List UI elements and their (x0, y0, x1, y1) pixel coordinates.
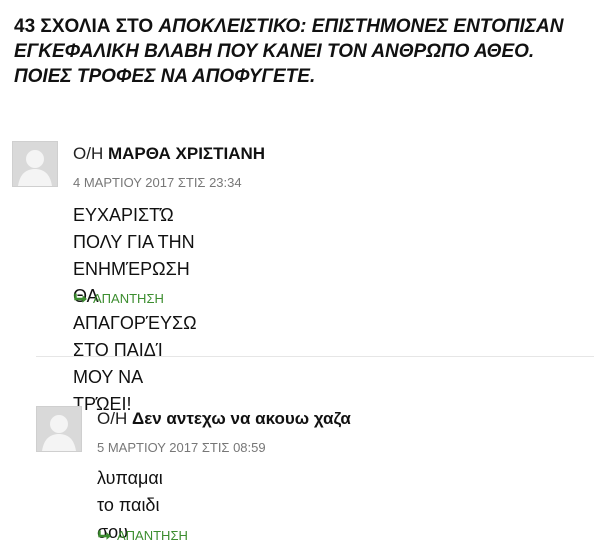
default-avatar-icon[interactable] (36, 406, 82, 452)
comment-author-line: Ο/Η ΜΑΡΘΑ ΧΡΙΣΤΙΑΝΗ (73, 144, 265, 164)
comment-prefix: Ο/Η (97, 409, 128, 428)
comment-divider (36, 356, 594, 357)
comment-date[interactable]: 5 ΜΑΡΤΙΟΥ 2017 ΣΤΙΣ 08:59 (97, 440, 266, 455)
comments-title: 43 ΣΧΟΛΙΑ ΣΤΟ ΑΠΟΚΛΕΙΣΤΙΚΟ: ΕΠΙΣΤΗΜΟΝΕΣ … (14, 14, 592, 89)
article-title-line-1: ΑΠΟΚΛΕΙΣΤΙΚΟ: ΕΠΙΣΤΗΜΟΝΕΣ ΕΝΤΟΠΙΣΑΝ (158, 16, 564, 37)
default-avatar-icon[interactable] (12, 141, 58, 187)
reply-arrow-icon (74, 293, 88, 305)
article-title-line-2: ΕΓΚΕΦΑΛΙΚΗ ΒΛΑΒΗ ΠΟΥ ΚΑΝΕΙ ΤΟΝ ΑΝΘΡΩΠΟ Α… (14, 41, 535, 62)
comment-date[interactable]: 4 ΜΑΡΤΙΟΥ 2017 ΣΤΙΣ 23:34 (73, 175, 242, 190)
comment-text: ΕΥΧΑΡΙΣΤΏ ΠΟΛΥ ΓΙΑ ΤΗΝ ΕΝΗΜΈΡΩΣΗ ΘΑ ΑΠΑΓ… (73, 202, 197, 418)
reply-label: ΑΠΑΝΤΗΣΗ (117, 528, 188, 543)
article-title-line-3: ΠΟΙΕΣ ΤΡΟΦΕΣ ΝΑ ΑΠΟΦΥΓΕΤΕ. (14, 66, 316, 87)
reply-button[interactable]: ΑΠΑΝΤΗΣΗ (74, 291, 164, 306)
comment-author-line: Ο/Η Δεν αντεχω να ακουω χαζα (97, 409, 351, 429)
comment-count: 43 (14, 16, 36, 37)
comment-author[interactable]: ΜΑΡΘΑ ΧΡΙΣΤΙΑΝΗ (108, 144, 265, 163)
reply-label: ΑΠΑΝΤΗΣΗ (93, 291, 164, 306)
reply-button[interactable]: ΑΠΑΝΤΗΣΗ (98, 528, 188, 543)
comment-text-line-2: ΑΠΑΓΟΡΈΥΣΩ ΣΤΟ ΠΑΙΔΊ ΜΟΥ ΝΑ ΤΡΏΕΙ! (73, 313, 197, 414)
comments-label: ΣΧΟΛΙΑ ΣΤΟ (40, 16, 154, 37)
comment-prefix: Ο/Η (73, 144, 104, 163)
reply-arrow-icon (98, 530, 112, 542)
comment-author[interactable]: Δεν αντεχω να ακουω χαζα (132, 409, 351, 428)
